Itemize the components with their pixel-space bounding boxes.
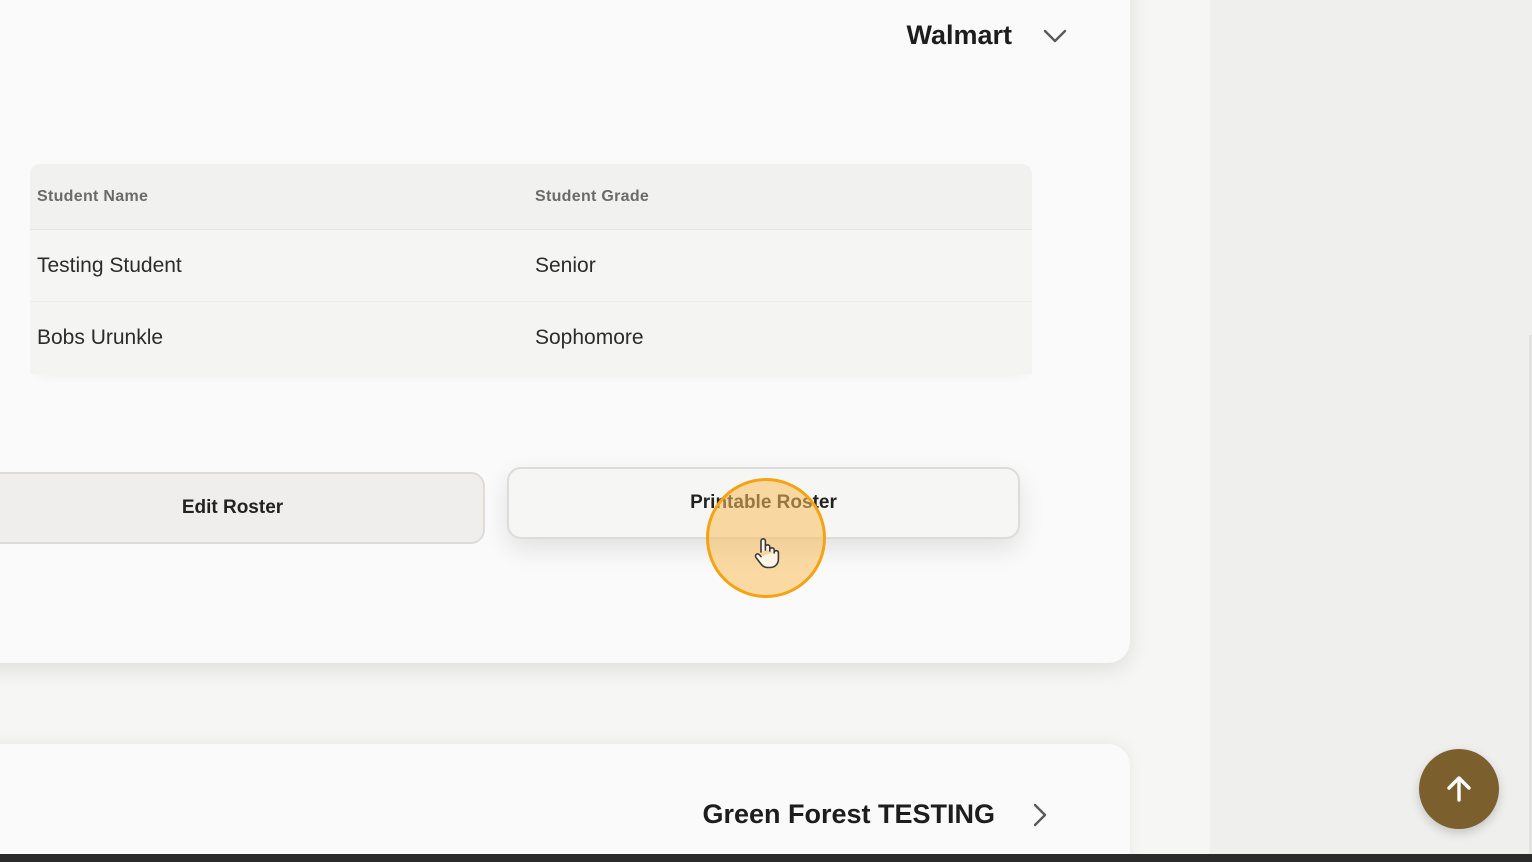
right-panel [1210,0,1532,862]
chevron-down-icon[interactable] [1040,21,1070,51]
student-name: Bobs Urunkle [37,326,164,349]
arrow-up-icon [1447,776,1471,802]
student-name: Testing Student [37,253,182,277]
roster-card-header[interactable]: Green Forest TESTING [702,799,1055,830]
student-table: Student Name Student Grade Testing Stude… [30,164,1032,374]
roster-card-header[interactable]: Walmart [906,20,1070,51]
chevron-right-icon[interactable] [1025,800,1055,830]
bottom-bar [0,854,1532,862]
header-student-grade: Student Grade [535,187,650,205]
header-student-name: Student Name [37,187,149,205]
card-title: Walmart [906,20,1012,50]
student-grade: Sophomore [535,326,644,349]
card-title: Green Forest TESTING [702,799,995,829]
scroll-to-top-button[interactable] [1419,749,1499,829]
student-grade: Senior [535,253,596,277]
printable-roster-button[interactable]: Printable Roster [507,467,1020,539]
table-header: Student Name Student Grade [30,164,1032,230]
table-row: Testing Student Senior [30,230,1032,302]
table-row: Bobs Urunkle Sophomore [30,302,1032,374]
roster-card-green-forest: Green Forest TESTING [0,744,1130,862]
edit-roster-button[interactable]: Edit Roster [0,472,485,544]
